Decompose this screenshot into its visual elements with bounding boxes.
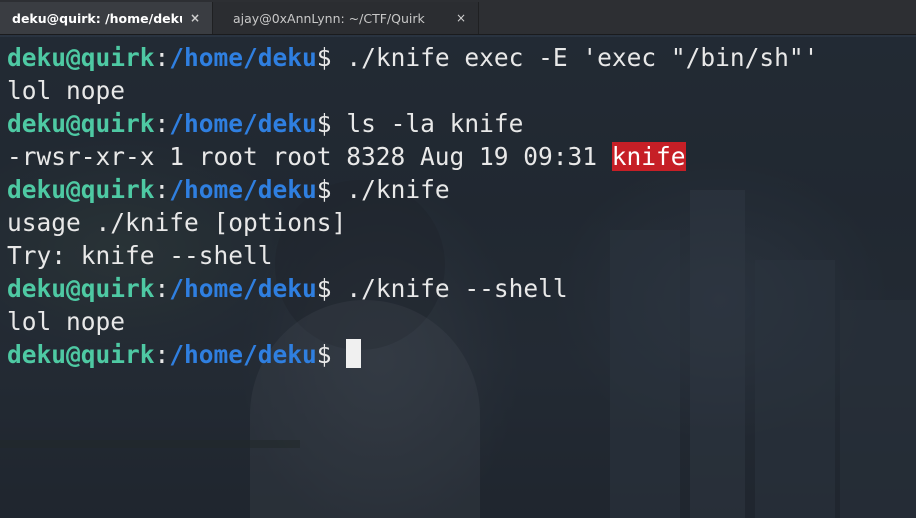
prompt-dollar: $ (316, 109, 332, 138)
prompt-user-host: deku@quirk (7, 43, 155, 72)
terminal-line-output: lol nope (7, 76, 126, 105)
prompt-user-host: deku@quirk (7, 109, 155, 138)
tab-label: ajay@0xAnnLynn: ~/CTF/Quirk (233, 10, 425, 26)
prompt-path: /home/deku (169, 274, 317, 303)
prompt-colon: : (154, 175, 170, 204)
command-text: ./knife exec -E 'exec "/bin/sh"' (331, 43, 819, 72)
terminal-line-command: deku@quirk:/home/deku$ ./knife (7, 173, 818, 206)
prompt-path: /home/deku (169, 43, 317, 72)
terminal-tab-bar: deku@quirk: /home/deku × ajay@0xAnnLynn:… (0, 0, 916, 35)
terminal-line-output: usage ./knife [options] (7, 208, 347, 237)
file-name-highlight: knife (611, 142, 686, 171)
close-icon[interactable]: × (456, 11, 466, 25)
prompt-path: /home/deku (169, 340, 317, 369)
command-text: ls -la knife (331, 109, 524, 138)
tab-label: deku@quirk: /home/deku (12, 10, 182, 26)
terminal-line-command: deku@quirk:/home/deku$ ls -la knife (7, 107, 818, 140)
terminal-output-area[interactable]: deku@quirk:/home/deku$ ./knife exec -E '… (0, 37, 916, 518)
text-cursor[interactable] (345, 339, 361, 368)
terminal-line-prompt: deku@quirk:/home/deku$ (7, 338, 818, 371)
terminal-line-command: deku@quirk:/home/deku$ ./knife --shell (7, 272, 818, 305)
prompt-colon: : (154, 340, 170, 369)
command-text: ./knife (331, 175, 450, 204)
prompt-user-host: deku@quirk (7, 340, 155, 369)
terminal-lines: deku@quirk:/home/deku$ ./knife exec -E '… (7, 41, 818, 371)
prompt-colon: : (154, 274, 170, 303)
terminal-line-output: Try: knife --shell (7, 241, 273, 270)
tab-ajay-ctf-quirk[interactable]: ajay@0xAnnLynn: ~/CTF/Quirk × (213, 2, 479, 34)
command-text: ./knife --shell (331, 274, 568, 303)
prompt-colon: : (154, 109, 170, 138)
prompt-user-host: deku@quirk (7, 175, 155, 204)
terminal-line-command: deku@quirk:/home/deku$ ./knife exec -E '… (7, 41, 818, 74)
close-icon[interactable]: × (190, 11, 200, 25)
prompt-path: /home/deku (169, 109, 317, 138)
prompt-dollar: $ (316, 340, 332, 369)
prompt-dollar: $ (316, 274, 332, 303)
prompt-dollar: $ (316, 43, 332, 72)
prompt-dollar: $ (316, 175, 332, 204)
file-listing-text: -rwsr-xr-x 1 root root 8328 Aug 19 09:31 (7, 142, 612, 171)
tab-deku-home[interactable]: deku@quirk: /home/deku × (0, 2, 213, 34)
terminal-line-output: -rwsr-xr-x 1 root root 8328 Aug 19 09:31… (7, 140, 818, 173)
terminal-line-output: lol nope (7, 307, 126, 336)
prompt-user-host: deku@quirk (7, 274, 155, 303)
prompt-path: /home/deku (169, 175, 317, 204)
prompt-colon: : (154, 43, 170, 72)
